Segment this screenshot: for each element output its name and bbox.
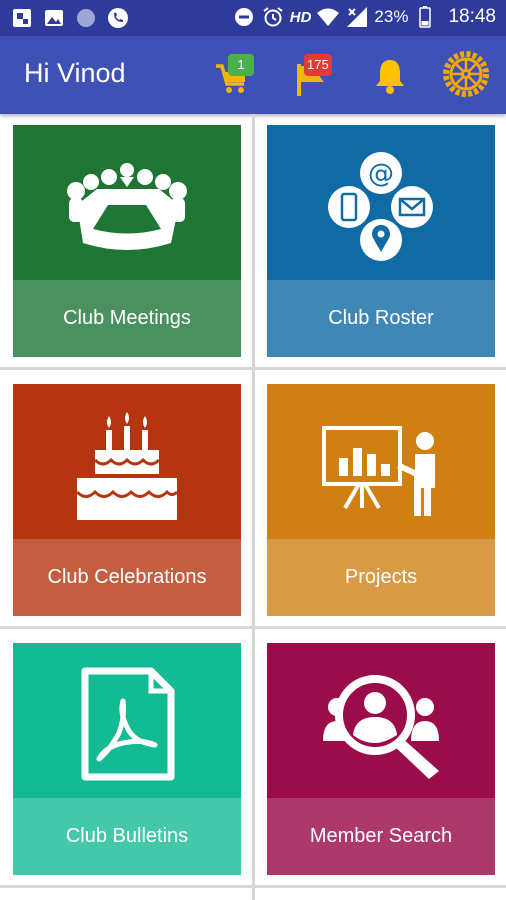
phone-icon — [108, 8, 128, 28]
meeting-icon — [67, 163, 187, 250]
battery-percent: 23% — [374, 7, 409, 26]
greeting-title: Hi Vinod — [24, 58, 126, 88]
bell-icon — [376, 60, 404, 94]
grid-divider-horizontal — [0, 626, 506, 629]
battery-icon — [419, 6, 432, 28]
club-celebrations-tile[interactable]: Club Celebrations — [13, 384, 241, 616]
club-roster-tile[interactable]: @ Club Roster — [267, 125, 495, 357]
roster-icon: @ — [328, 152, 433, 261]
cart-button[interactable]: 1 — [210, 50, 258, 98]
svg-text:@: @ — [368, 159, 394, 189]
flag-badge: 175 — [304, 54, 332, 76]
wifi-icon — [317, 8, 340, 26]
network-type: HD — [289, 8, 312, 26]
clock: 18:48 — [448, 6, 496, 27]
app-bar: Hi Vinod 1 175 — [0, 36, 506, 114]
gallery-icon — [45, 10, 63, 26]
cake-icon — [75, 412, 179, 520]
tile-label: Club Bulletins — [13, 798, 241, 875]
club-bulletins-tile[interactable]: Club Bulletins — [13, 643, 241, 875]
rotary-wheel-icon — [443, 51, 489, 97]
notification-icons — [10, 6, 130, 30]
system-status: HD 23% 18:48 — [232, 5, 496, 29]
grid-divider-horizontal — [0, 367, 506, 370]
alarm-icon — [263, 7, 283, 27]
notifications-button[interactable] — [366, 50, 414, 98]
circle-status-icon — [77, 9, 95, 27]
signal-icon — [347, 7, 368, 27]
status-bar: HD 23% 18:48 — [0, 0, 506, 36]
tile-label: Club Meetings — [13, 280, 241, 357]
app-notification-icon — [13, 9, 31, 27]
do-not-disturb-icon — [234, 8, 253, 26]
member-search-icon — [323, 675, 439, 779]
tile-label: Club Celebrations — [13, 539, 241, 616]
projects-tile[interactable]: Projects — [267, 384, 495, 616]
tile-label: Member Search — [267, 798, 495, 875]
flag-button[interactable]: 175 — [290, 50, 338, 98]
grid-divider-vertical — [252, 114, 255, 900]
cart-badge: 1 — [228, 54, 254, 76]
member-search-tile[interactable]: Member Search — [267, 643, 495, 875]
tile-label: Projects — [267, 539, 495, 616]
tile-label: Club Roster — [267, 280, 495, 357]
pdf-document-icon — [81, 667, 175, 781]
grid-divider-horizontal — [0, 885, 506, 888]
presentation-icon — [322, 426, 435, 516]
club-meetings-tile[interactable]: Club Meetings — [13, 125, 241, 357]
rotary-wheel-button[interactable] — [442, 50, 490, 98]
